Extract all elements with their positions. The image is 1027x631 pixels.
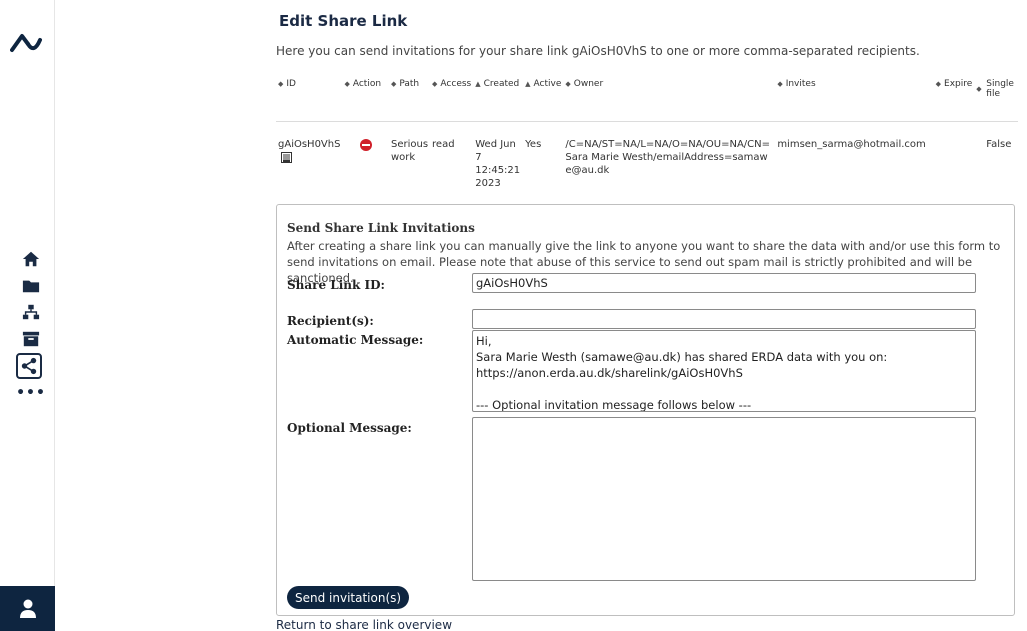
cell-active: Yes xyxy=(525,139,542,150)
page-title: Edit Share Link xyxy=(279,12,408,30)
sort-asc-icon: ▲ xyxy=(475,80,481,88)
table-row: gAiOsH0VhS Serious work read Wed Jun 7 1… xyxy=(276,122,1018,197)
column-header-action[interactable]: ◆ Action xyxy=(342,75,389,122)
sort-icon: ◆ xyxy=(565,80,571,88)
user-button[interactable] xyxy=(0,586,55,631)
sort-icon: ◆ xyxy=(344,80,350,88)
document-icon[interactable] xyxy=(281,151,292,163)
intro-text: Here you can send invitations for your s… xyxy=(276,44,920,58)
send-invitations-button[interactable]: Send invitation(s) xyxy=(287,586,410,609)
sort-icon: ◆ xyxy=(432,80,438,88)
column-header-expire[interactable]: ◆ Expire xyxy=(927,75,975,122)
column-header-created[interactable]: ▲ Created xyxy=(473,75,524,122)
sort-icon: ◆ xyxy=(935,80,942,88)
cell-action xyxy=(342,122,389,197)
archive-icon[interactable] xyxy=(20,329,42,349)
column-header-id[interactable]: ◆ ID xyxy=(276,75,343,122)
cell-id: gAiOsH0VhS xyxy=(276,122,342,197)
share-link-id-field[interactable] xyxy=(472,273,976,293)
invitation-form: Send Share Link Invitations After creati… xyxy=(276,204,1015,616)
return-to-overview-link[interactable]: Return to share link overview xyxy=(276,618,452,631)
cell-owner: /C=NA/ST=NA/L=NA/O=NA/OU=NA/CN=Sara Mari… xyxy=(565,139,771,176)
cell-path: Serious work xyxy=(390,139,429,163)
folder-icon[interactable] xyxy=(20,276,42,296)
share-link-id-label: Share Link ID: xyxy=(287,278,385,292)
automatic-message-textarea[interactable]: Hi, Sara Marie Westh (samawe@au.dk) has … xyxy=(472,330,976,412)
sort-icon: ◆ xyxy=(390,80,397,88)
recipients-input[interactable] xyxy=(472,309,976,329)
delete-icon[interactable] xyxy=(360,139,373,151)
share-icon[interactable] xyxy=(16,353,42,379)
form-heading: Send Share Link Invitations xyxy=(287,221,475,235)
column-header-invites[interactable]: ◆ Invites xyxy=(775,75,928,122)
user-icon xyxy=(19,599,36,618)
automatic-message-label: Automatic Message: xyxy=(287,333,424,347)
sidebar: ••• xyxy=(0,0,55,631)
share-link-table: ◆ ID ◆ Action ◆ Path ◆ Access ▲ Created ▲ Acti… xyxy=(276,75,1018,196)
sort-icon: ◆ xyxy=(976,85,982,93)
cell-expire xyxy=(928,122,975,197)
more-icon[interactable]: ••• xyxy=(16,383,45,403)
network-icon[interactable] xyxy=(20,302,42,322)
column-header-single-file[interactable]: ◆ Single file xyxy=(974,75,1018,122)
column-header-owner[interactable]: ◆ Owner xyxy=(563,75,776,122)
cell-invites: mimsen_sarma@hotmail.com xyxy=(777,139,926,150)
optional-message-label: Optional Message: xyxy=(287,421,412,435)
column-header-active[interactable]: ▲ Active xyxy=(523,75,564,122)
sort-icon: ◆ xyxy=(777,80,783,88)
column-header-path[interactable]: ◆ Path xyxy=(388,75,431,122)
home-icon[interactable] xyxy=(20,249,42,269)
optional-message-textarea[interactable] xyxy=(472,417,976,581)
sort-icon: ◆ xyxy=(278,80,284,88)
cell-access: read xyxy=(432,139,455,150)
logo-icon[interactable] xyxy=(10,30,50,54)
cell-single-file: False xyxy=(986,139,1012,150)
cell-created: Wed Jun 7 12:45:21 2023 xyxy=(475,139,521,189)
column-header-access[interactable]: ◆ Access xyxy=(430,75,474,122)
recipients-label: Recipient(s): xyxy=(287,314,374,328)
sort-asc-icon: ▲ xyxy=(525,80,531,88)
